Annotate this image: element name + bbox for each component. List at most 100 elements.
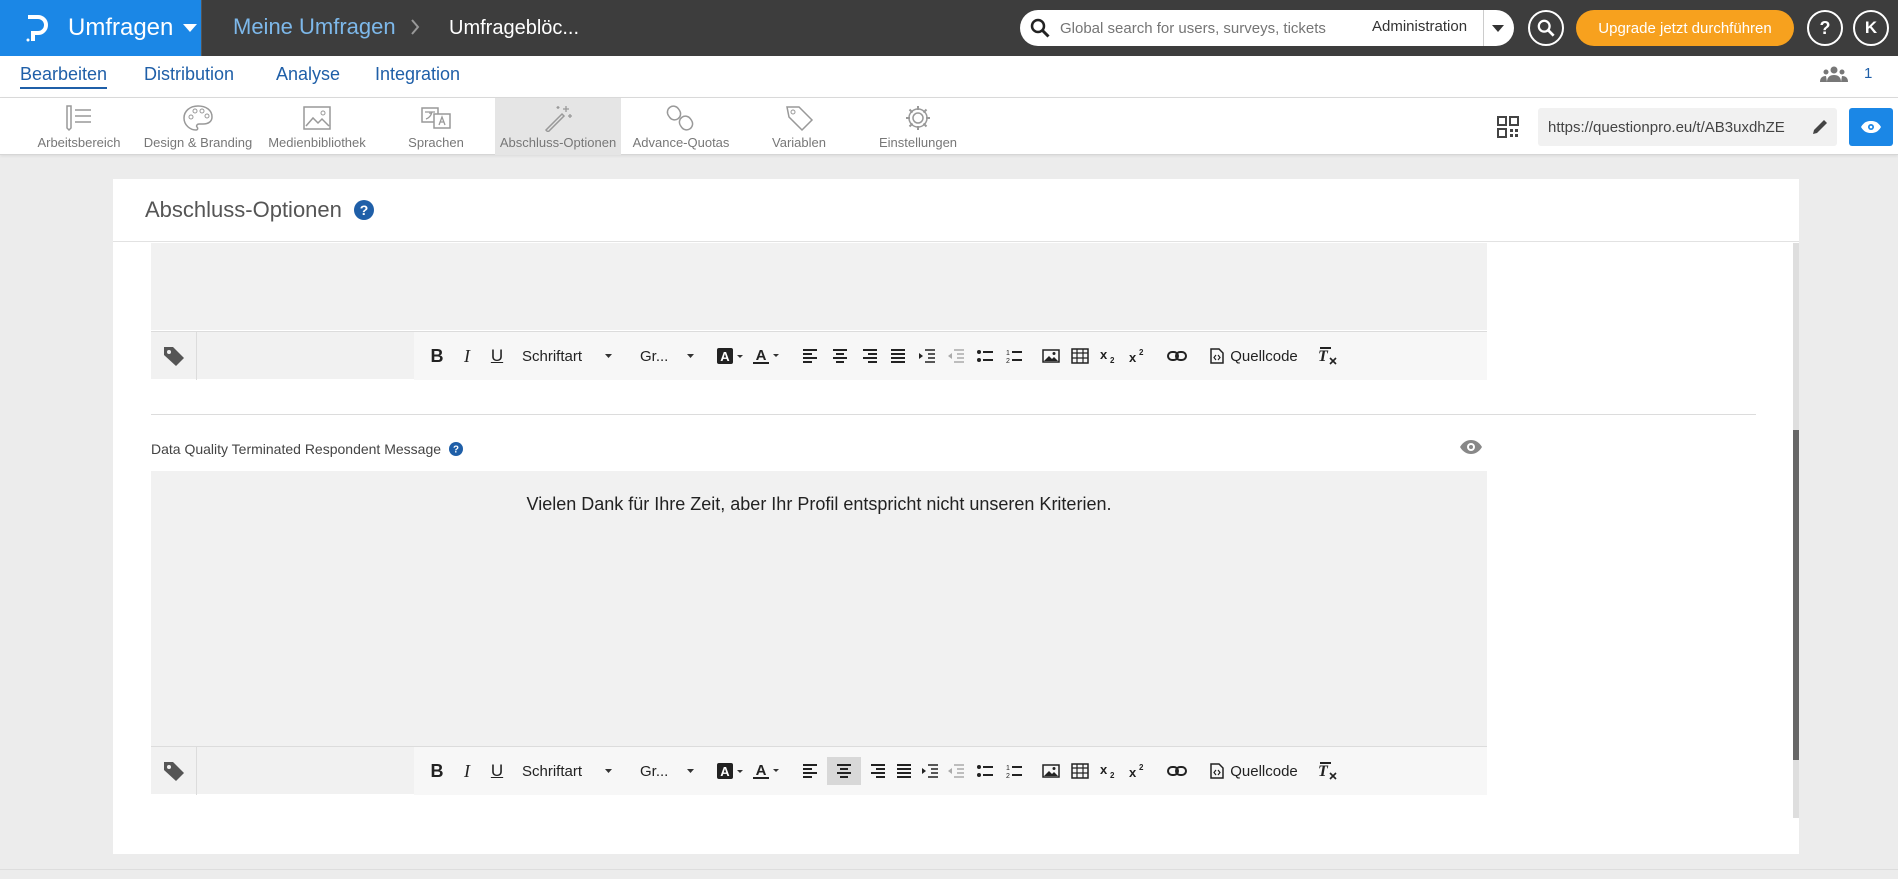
app-switcher[interactable]: Umfragen [0, 0, 201, 56]
bold-button[interactable]: B [424, 757, 450, 785]
preview-button[interactable] [1849, 108, 1893, 146]
insert-image-button[interactable] [1038, 757, 1064, 785]
align-left-button[interactable] [798, 342, 824, 370]
tag-icon [163, 762, 184, 781]
preview-eye-icon[interactable] [1459, 439, 1483, 455]
insert-image-button[interactable] [1038, 342, 1064, 370]
chevron-right-icon [411, 19, 420, 35]
align-center-icon [833, 349, 847, 363]
search-button[interactable] [1528, 10, 1564, 46]
align-right-icon [863, 349, 877, 363]
font-select[interactable]: Schriftart [522, 757, 622, 785]
align-right-button[interactable] [864, 757, 890, 785]
numbered-list-button[interactable]: 12 [1001, 757, 1027, 785]
tool-design-branding[interactable]: Design & Branding [140, 98, 256, 155]
qr-code-icon[interactable] [1497, 116, 1519, 138]
tool-variablen[interactable]: Variablen [754, 98, 844, 155]
size-select[interactable]: Gr... [640, 757, 700, 785]
tab-distribution[interactable]: Distribution [144, 64, 234, 85]
subscript-icon: x2 [1100, 348, 1115, 364]
divider [201, 0, 202, 56]
numbered-list-icon: 12 [1006, 765, 1022, 779]
insert-variable-button[interactable] [151, 332, 197, 380]
pencil-icon[interactable] [1811, 118, 1829, 136]
tab-analyse[interactable]: Analyse [276, 64, 340, 85]
collaborators[interactable]: 1 [1820, 65, 1872, 82]
source-code-button[interactable]: Quellcode [1204, 342, 1304, 370]
search-icon [1537, 19, 1555, 37]
bold-button[interactable]: B [424, 342, 450, 370]
tool-advance-quotas[interactable]: Advance-Quotas [630, 98, 732, 155]
terminated-message-text[interactable]: Vielen Dank für Ihre Zeit, aber Ihr Prof… [151, 494, 1487, 515]
help-icon[interactable]: ? [353, 200, 374, 220]
tool-arbeitsbereich[interactable]: Arbeitsbereich [27, 98, 131, 155]
divider [1483, 10, 1484, 46]
formatting-toolbar: B I U Schriftart Gr... A A 12 x2 x2 Quel… [414, 332, 1487, 380]
tab-bearbeiten[interactable]: Bearbeiten [20, 64, 108, 89]
eye-icon [1861, 121, 1881, 133]
rich-text-editor-area[interactable] [151, 243, 1487, 330]
table-icon [1071, 763, 1089, 779]
text-color-button[interactable]: A [750, 757, 782, 785]
link-icon [1167, 351, 1187, 361]
upgrade-button[interactable]: Upgrade jetzt durchführen [1576, 10, 1794, 46]
insert-table-button[interactable] [1067, 757, 1093, 785]
background-color-button[interactable]: A [714, 757, 746, 785]
survey-url-field[interactable]: https://questionpro.eu/t/AB3uxdhZE [1538, 108, 1837, 146]
italic-button[interactable]: I [454, 342, 480, 370]
text-color-button[interactable]: A [750, 342, 782, 370]
tool-einstellungen[interactable]: Einstellungen [870, 98, 966, 155]
editor-toolbar: B I U Schriftart Gr... A A 12 x2 x2 Quel… [151, 746, 1487, 795]
align-center-button[interactable] [827, 342, 853, 370]
underline-button[interactable]: U [484, 342, 510, 370]
superscript-button[interactable]: x2 [1125, 342, 1151, 370]
link-button[interactable] [1162, 757, 1192, 785]
help-button[interactable]: ? [1807, 10, 1843, 46]
svg-text:T: T [1318, 348, 1329, 365]
bulleted-list-button[interactable] [972, 757, 998, 785]
align-center-button[interactable] [827, 757, 861, 785]
insert-table-button[interactable] [1067, 342, 1093, 370]
subscript-icon: x2 [1100, 763, 1115, 779]
justify-button[interactable] [885, 342, 911, 370]
subscript-button[interactable]: x2 [1096, 342, 1122, 370]
remove-format-button[interactable]: T [1314, 757, 1342, 785]
chevron-down-icon[interactable] [1492, 25, 1504, 32]
insert-variable-button[interactable] [151, 747, 197, 795]
size-select[interactable]: Gr... [640, 342, 700, 370]
italic-button[interactable]: I [454, 757, 480, 785]
tool-sprachen[interactable]: Sprachen [386, 98, 486, 155]
tool-label: Medienbibliothek [268, 134, 366, 150]
link-button[interactable] [1162, 342, 1192, 370]
tab-integration[interactable]: Integration [375, 64, 460, 85]
breadcrumb-my-surveys[interactable]: Meine Umfragen [233, 14, 396, 40]
indent-button[interactable] [917, 757, 943, 785]
source-code-button[interactable]: Quellcode [1204, 757, 1304, 785]
image-icon [1042, 764, 1060, 778]
search-scope-select[interactable]: Administration [1372, 18, 1467, 35]
help-icon[interactable]: ? [449, 442, 464, 456]
bulleted-list-button[interactable] [972, 342, 998, 370]
justify-button[interactable] [891, 757, 917, 785]
font-select[interactable]: Schriftart [522, 342, 622, 370]
numbered-list-button[interactable]: 12 [1001, 342, 1027, 370]
chevron-down-icon [687, 769, 694, 773]
outdent-button[interactable] [943, 342, 969, 370]
tool-medienbibliothek[interactable]: Medienbibliothek [262, 98, 372, 155]
svg-text:2: 2 [1006, 358, 1010, 364]
avatar[interactable]: K [1853, 10, 1889, 46]
scrollbar-thumb[interactable] [1793, 430, 1799, 760]
chevron-down-icon [605, 769, 612, 773]
background-color-button[interactable]: A [714, 342, 746, 370]
remove-format-button[interactable]: T [1314, 342, 1342, 370]
superscript-button[interactable]: x2 [1125, 757, 1151, 785]
search-input[interactable] [1060, 19, 1360, 37]
tool-label: Advance-Quotas [632, 134, 730, 150]
align-right-button[interactable] [856, 342, 882, 370]
outdent-button[interactable] [943, 757, 969, 785]
indent-button[interactable] [914, 342, 940, 370]
tool-abschluss-optionen[interactable]: Abschluss-Optionen [495, 98, 621, 155]
underline-button[interactable]: U [484, 757, 510, 785]
subscript-button[interactable]: x2 [1096, 757, 1122, 785]
align-left-button[interactable] [798, 757, 824, 785]
